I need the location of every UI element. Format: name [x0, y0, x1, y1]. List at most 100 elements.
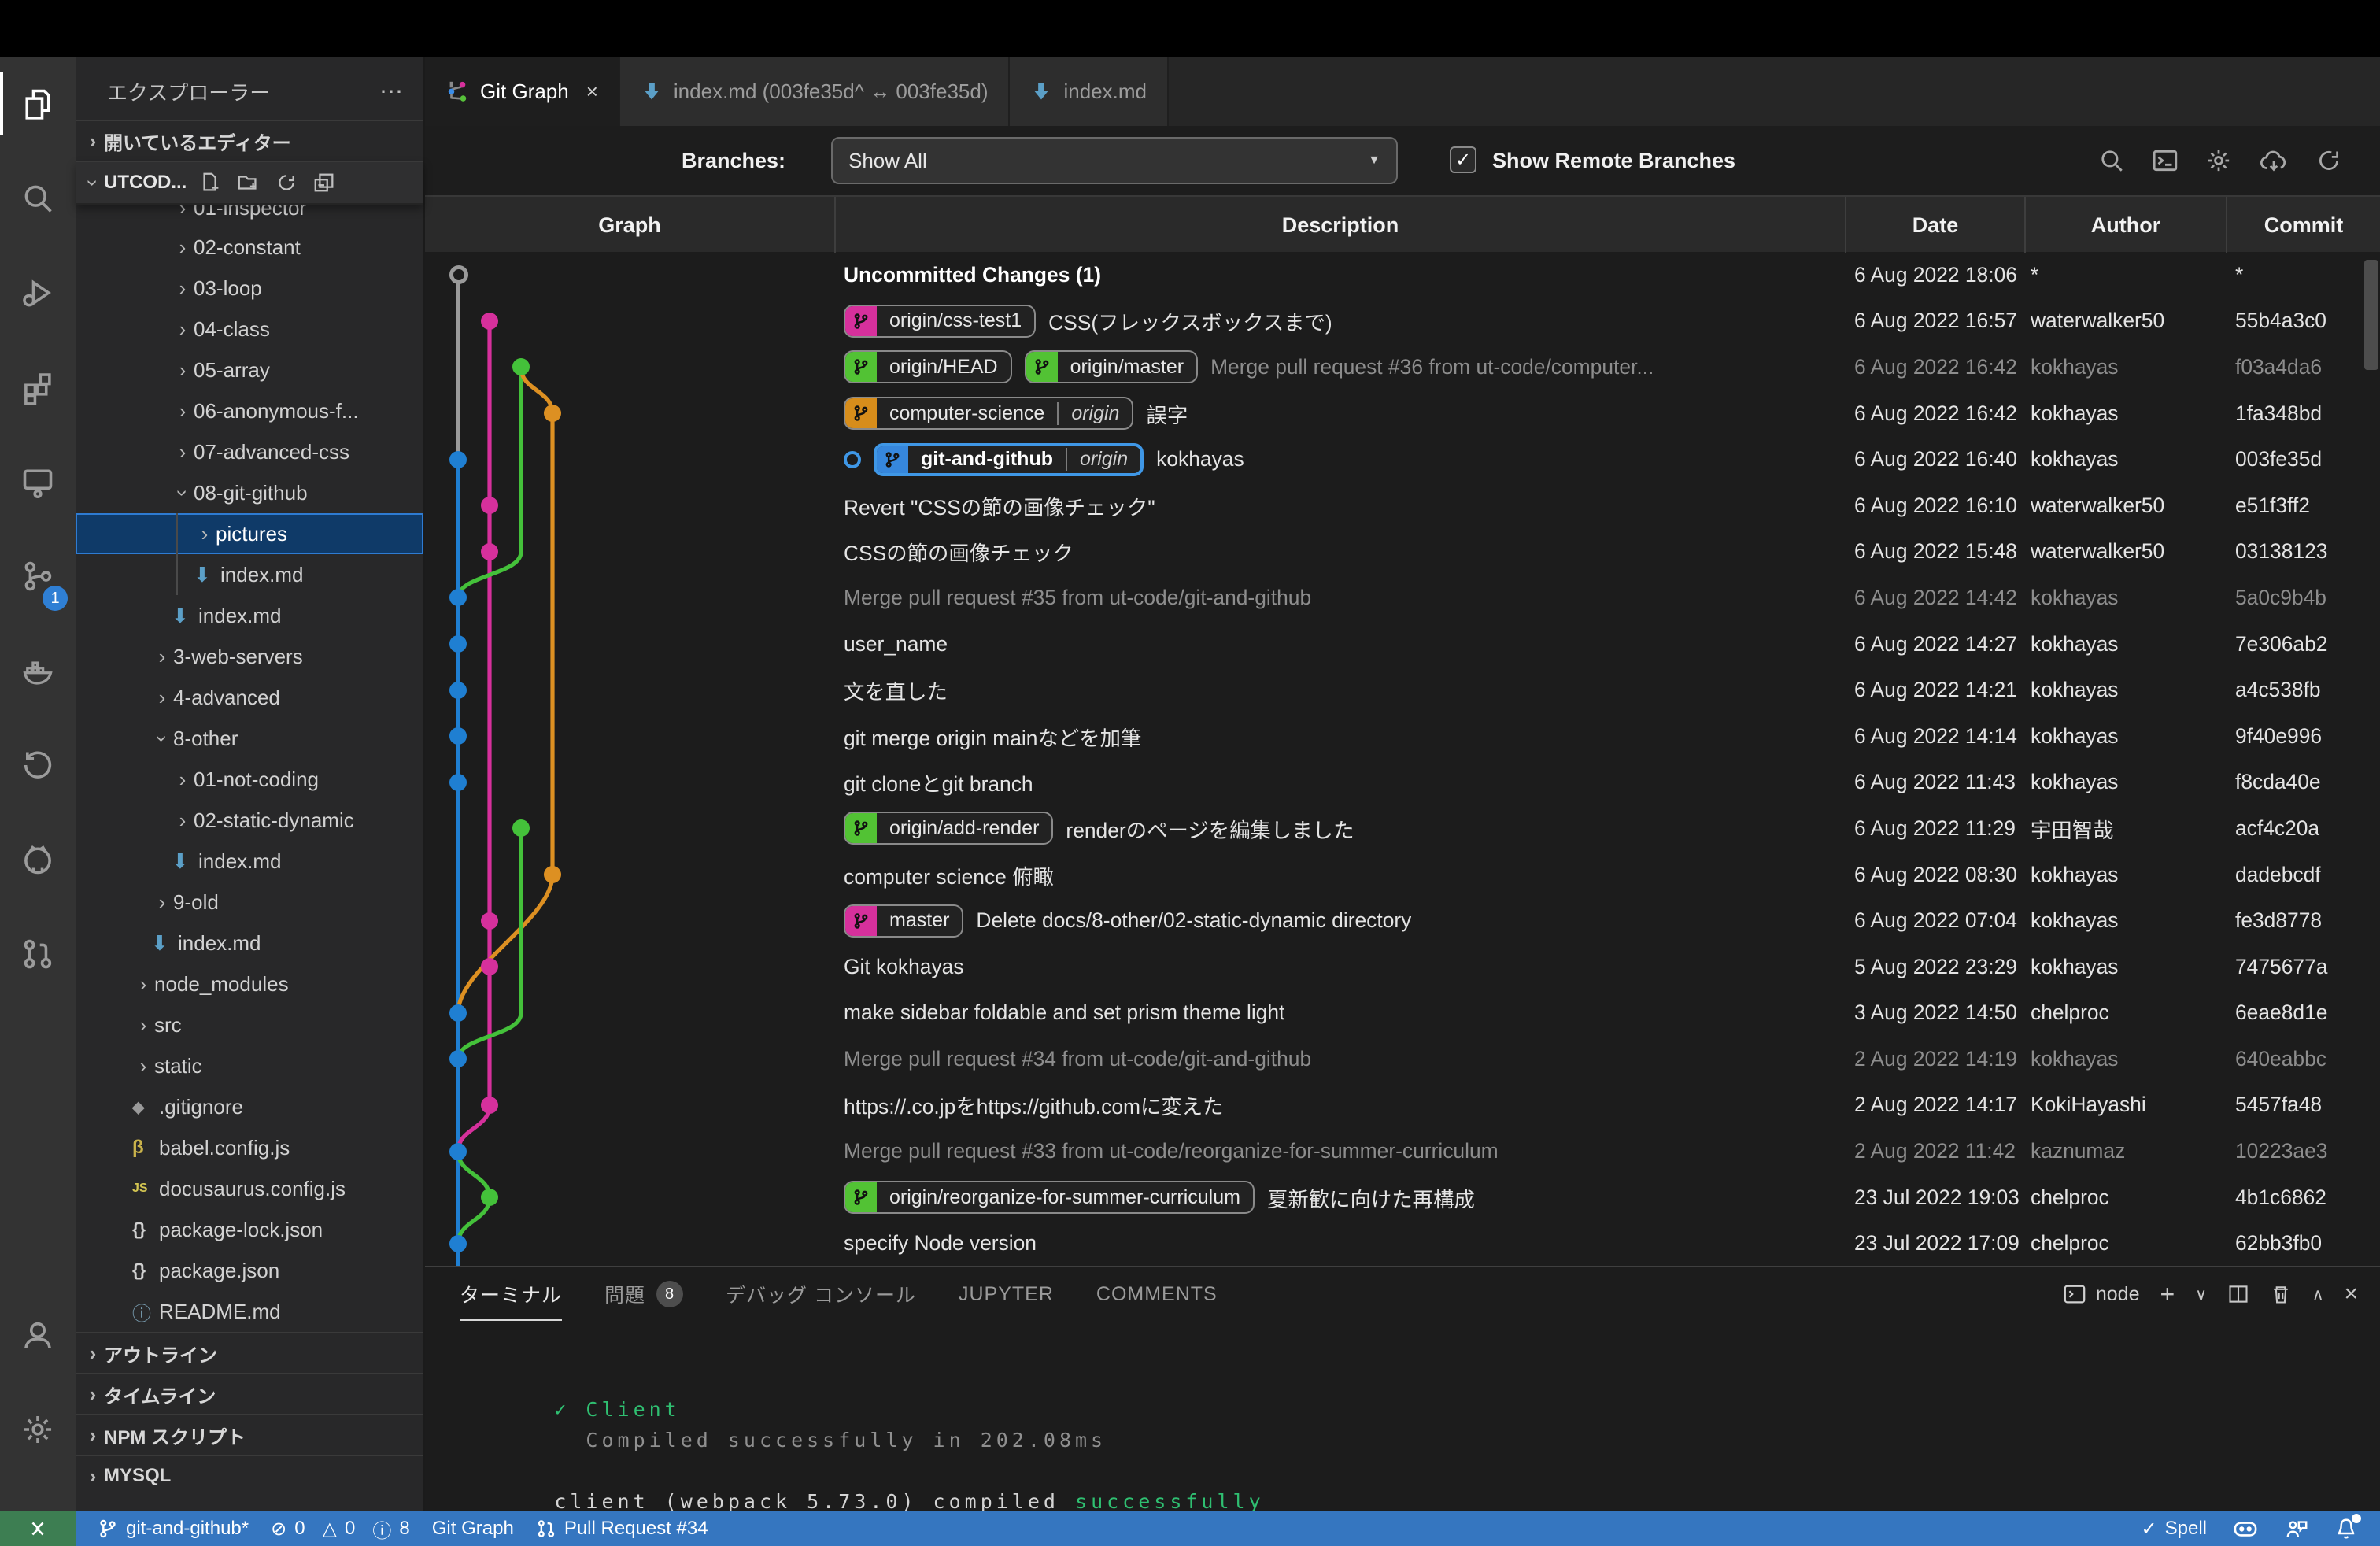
commit-row[interactable]: master Delete docs/8-other/02-static-dyn… [425, 897, 2380, 944]
tree-item[interactable]: › 08-git-github [76, 472, 423, 513]
branch-tag[interactable]: computer-science origin [844, 397, 1133, 430]
col-header-description[interactable]: Description [834, 197, 1845, 253]
branch-tag[interactable]: master [844, 904, 963, 938]
new-folder-icon[interactable] [237, 171, 261, 194]
commit-dot[interactable] [481, 912, 498, 930]
commit-dot[interactable] [449, 1050, 467, 1067]
commit-dot[interactable] [512, 819, 530, 837]
terminal-icon[interactable] [2152, 147, 2179, 174]
sidebar-section-header[interactable]: › NPM スクリプト [76, 1414, 423, 1455]
commit-dot[interactable] [481, 958, 498, 975]
panel-tab[interactable]: JUPYTER [959, 1267, 1054, 1321]
new-file-icon[interactable] [199, 171, 223, 194]
tree-item[interactable]: › 03-loop [76, 268, 423, 309]
status-spell-check[interactable]: ✓ Spell [2142, 1518, 2207, 1540]
tree-item[interactable]: › ⬇ index.md [76, 841, 423, 882]
status-git-graph[interactable]: Git Graph [432, 1518, 514, 1540]
account-button[interactable] [0, 1288, 76, 1382]
close-icon[interactable]: × [586, 80, 598, 104]
commit-row[interactable]: CSSの節の画像チェック 6 Aug 2022 15:48 waterwalke… [425, 529, 2380, 575]
tree-item[interactable]: › 04-class [76, 309, 423, 350]
branch-tag[interactable]: origin/master [1025, 350, 1199, 383]
sidebar-item-history[interactable] [0, 718, 76, 812]
settings-icon[interactable] [2205, 147, 2232, 174]
refresh-icon[interactable] [2315, 147, 2342, 174]
commit-dot[interactable] [512, 358, 530, 375]
refresh-icon[interactable] [275, 171, 298, 194]
feedback-icon[interactable] [2284, 1517, 2309, 1540]
status-pull-request[interactable]: Pull Request #34 [536, 1518, 708, 1540]
workspace-section-header[interactable]: › UTCOD... [76, 161, 423, 205]
commit-row[interactable]: Uncommitted Changes (1) 6 Aug 2022 18:06… [425, 252, 2380, 298]
sidebar-section-header[interactable]: › アウトライン [76, 1332, 423, 1373]
commit-row[interactable]: https://.co.jpをhttps://github.comに変えた 2 … [425, 1082, 2380, 1129]
copilot-icon[interactable] [2232, 1517, 2259, 1540]
branches-select[interactable]: Show All ▼ [831, 137, 1398, 184]
commit-row[interactable]: git cloneとgit branch 6 Aug 2022 11:43 ko… [425, 760, 2380, 806]
commit-row[interactable]: computer science 俯瞰 6 Aug 2022 08:30 kok… [425, 852, 2380, 898]
commit-dot[interactable] [481, 1189, 498, 1206]
show-remote-branches-checkbox[interactable]: ✓ [1450, 146, 1476, 173]
sidebar-item-run-debug[interactable] [0, 246, 76, 340]
commit-row[interactable]: computer-science origin 誤字 6 Aug 2022 16… [425, 390, 2380, 437]
commit-dot[interactable] [449, 265, 468, 284]
commit-dot[interactable] [449, 635, 467, 653]
commit-row[interactable]: origin/HEAD origin/master Merge pull req… [425, 344, 2380, 390]
commit-dot[interactable] [449, 1235, 467, 1252]
search-icon[interactable] [2098, 147, 2125, 174]
commit-dot[interactable] [481, 313, 498, 330]
commit-row[interactable]: Merge pull request #33 from ut-code/reor… [425, 1128, 2380, 1174]
sidebar-section-header[interactable]: › タイムライン [76, 1373, 423, 1414]
branch-tag[interactable]: git-and-github origin [874, 443, 1144, 476]
cloud-download-icon[interactable] [2259, 147, 2289, 174]
remote-indicator[interactable] [0, 1511, 76, 1546]
branch-tag[interactable]: origin/reorganize-for-summer-curriculum [844, 1181, 1255, 1214]
branch-tag[interactable]: origin/css-test1 [844, 305, 1036, 338]
tree-item[interactable]: › {} package-lock.json [76, 1209, 423, 1250]
commit-dot[interactable] [544, 405, 561, 422]
status-problems[interactable]: ⊘ 0 △ 0 ⓘ 8 [271, 1515, 410, 1543]
commit-row[interactable]: user_name 6 Aug 2022 14:27 kokhayas 7e30… [425, 621, 2380, 668]
tree-item[interactable]: › {} package.json [76, 1250, 423, 1291]
branch-tag[interactable]: origin/HEAD [844, 350, 1012, 383]
tree-item[interactable]: › 01-not-coding [76, 759, 423, 800]
panel-tab[interactable]: COMMENTS [1096, 1267, 1218, 1321]
commit-row[interactable]: git merge origin mainなどを加筆 6 Aug 2022 14… [425, 713, 2380, 760]
editor-tab[interactable]: index.md [1010, 57, 1169, 126]
sidebar-item-pull-requests[interactable] [0, 907, 76, 1001]
commit-dot[interactable] [449, 727, 467, 745]
sidebar-item-source-control[interactable]: 1 [0, 529, 76, 623]
trash-icon[interactable] [2270, 1283, 2292, 1305]
sidebar-item-docker[interactable] [0, 623, 76, 718]
tree-item[interactable]: › 06-anonymous-f... [76, 390, 423, 431]
commit-row[interactable]: Merge pull request #35 from ut-code/git-… [425, 575, 2380, 621]
sidebar-more-actions-button[interactable]: ⋯ [379, 78, 405, 105]
maximize-panel-icon[interactable]: ∧ [2312, 1285, 2324, 1304]
commit-dot[interactable] [481, 543, 498, 560]
tree-item[interactable]: › src [76, 1004, 423, 1045]
tree-item[interactable]: › ⬇ index.md [76, 923, 423, 963]
commit-row[interactable]: git-and-github origin kokhayas 6 Aug 202… [425, 436, 2380, 483]
launch-profile-chevron-icon[interactable]: ∨ [2195, 1285, 2207, 1304]
new-terminal-icon[interactable]: + [2160, 1280, 2175, 1309]
tree-item[interactable]: › ⬇ index.md [76, 595, 423, 636]
settings-button[interactable] [0, 1382, 76, 1477]
open-editors-section[interactable]: › 開いているエディター [76, 120, 423, 161]
commit-dot[interactable] [449, 589, 467, 606]
collapse-all-icon[interactable] [312, 171, 336, 194]
sidebar-item-extensions[interactable] [0, 340, 76, 435]
commit-row[interactable]: Git kokhayas 5 Aug 2022 23:29 kokhayas 7… [425, 944, 2380, 990]
close-panel-icon[interactable]: × [2344, 1281, 2358, 1307]
terminal-shell-selector[interactable]: node [2063, 1282, 2140, 1306]
col-header-author[interactable]: Author [2024, 197, 2226, 253]
commit-dot[interactable] [481, 497, 498, 514]
tree-item[interactable]: › 05-array [76, 350, 423, 390]
panel-tab[interactable]: デバッグ コンソール [726, 1267, 916, 1321]
commit-dot[interactable] [449, 1004, 467, 1022]
commit-dot[interactable] [449, 774, 467, 791]
commit-row[interactable]: 文を直した 6 Aug 2022 14:21 kokhayas a4c538fb [425, 667, 2380, 713]
commit-dot[interactable] [481, 1097, 498, 1114]
tree-item[interactable]: › 4-advanced [76, 677, 423, 718]
commit-row[interactable]: origin/add-render renderのページを編集しました 6 Au… [425, 805, 2380, 852]
status-branch[interactable]: git-and-github* [98, 1518, 249, 1540]
